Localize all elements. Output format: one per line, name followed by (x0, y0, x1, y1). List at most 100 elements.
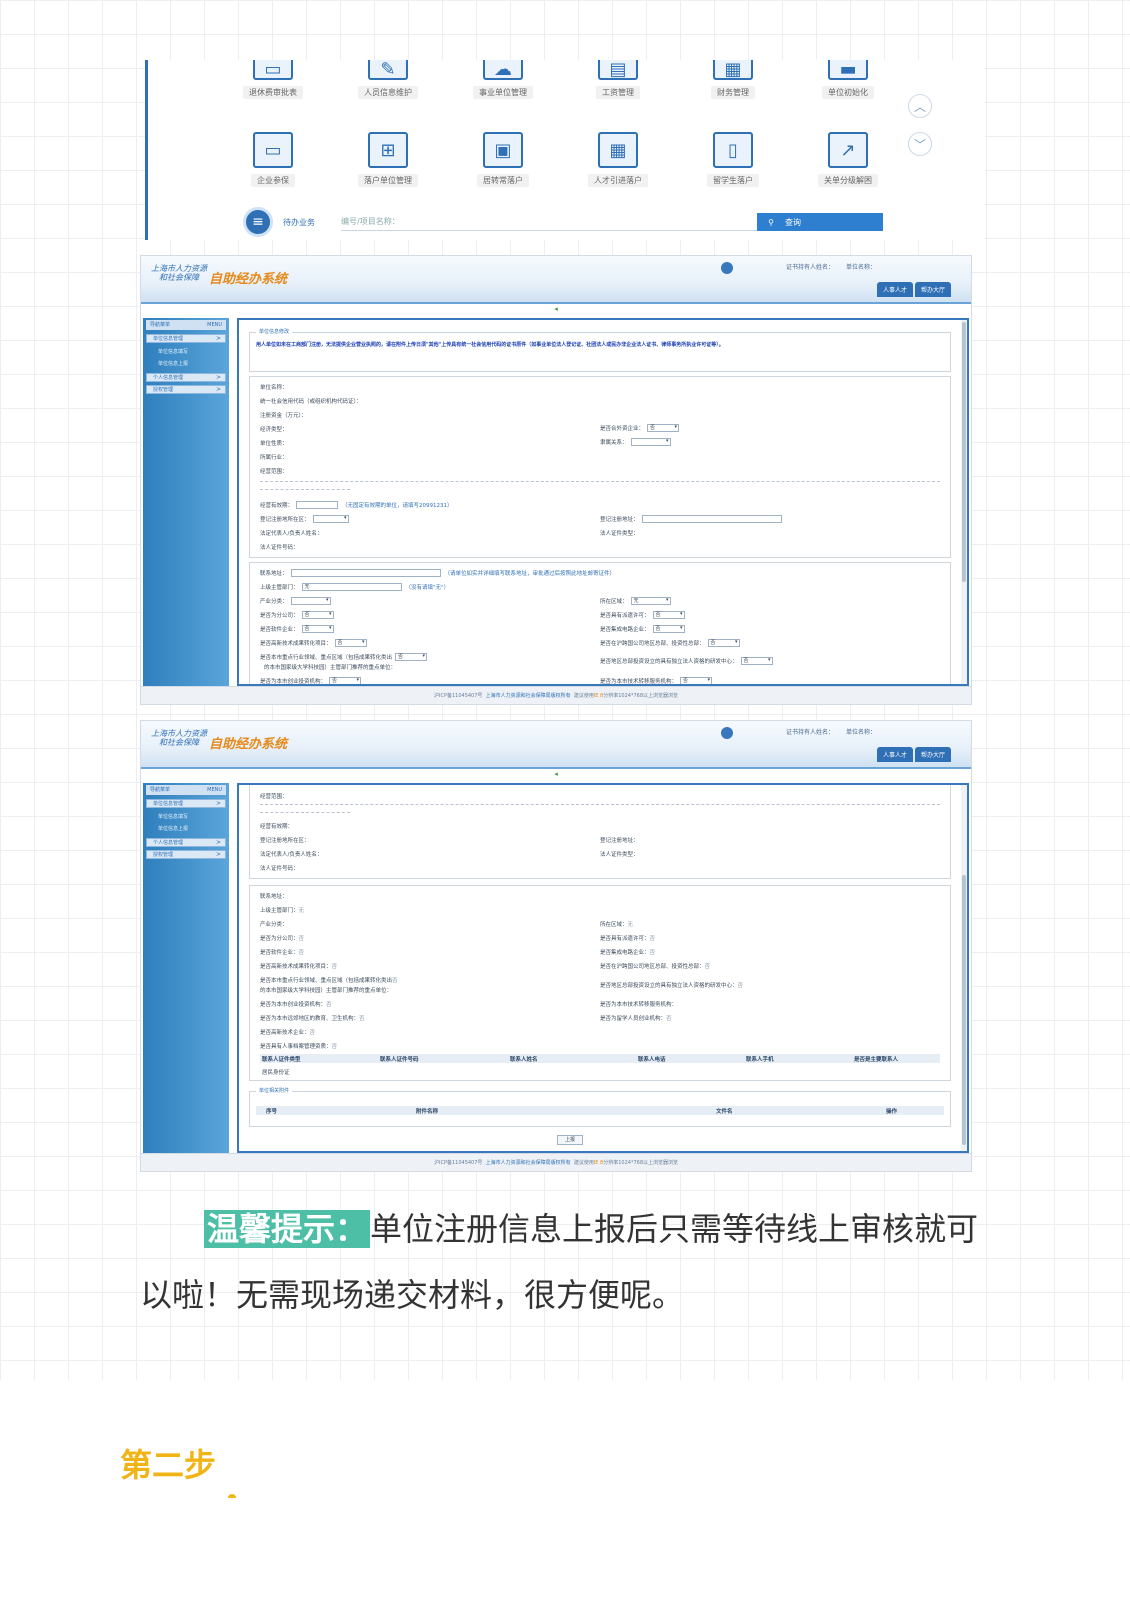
tab-help-hall[interactable]: 帮办大厅 (914, 282, 951, 297)
hightech-select[interactable]: 否 (334, 639, 367, 647)
service-icon-5[interactable]: ▦ 财务管理 (688, 59, 778, 99)
hq-select[interactable]: 否 (707, 639, 740, 647)
search-button[interactable]: ⚲ 查询 (757, 213, 883, 231)
foreign-select[interactable]: 否 (647, 424, 680, 432)
sidebar-item-personal-info[interactable]: 个人信息管理 (146, 373, 226, 382)
service-icon-6[interactable]: ▬ 单位初始化 (803, 59, 893, 99)
label: 上级主管部门： (260, 585, 299, 591)
scrollbar-thumb[interactable] (962, 322, 966, 582)
service-icon-4[interactable]: ▤ 工资管理 (573, 59, 663, 99)
upload-button[interactable]: 上报 (557, 1135, 583, 1145)
label: 联系地址： (260, 894, 288, 900)
dept-input[interactable]: 无 (301, 583, 402, 591)
icon-label: 单位初始化 (822, 86, 874, 99)
section-title: 单位相关附件 (256, 1087, 293, 1094)
icon-label: 事业单位管理 (473, 86, 533, 99)
sidebar-menu-text: MENU (207, 322, 222, 328)
contact-input[interactable] (290, 569, 441, 577)
footer-org[interactable]: 上海市人力资源和社会保障局版权所有 (486, 693, 571, 699)
rd-select[interactable]: 否 (740, 657, 773, 665)
service-icon-1[interactable]: ▭ 退休费审批表 (228, 59, 318, 99)
search-label: 查询 (785, 217, 801, 227)
tech-service-select[interactable]: 否 (680, 677, 713, 684)
service-icon-8[interactable]: ⊞ 落户单位管理 (343, 132, 433, 187)
collapse-arrow-icon[interactable]: ◂ (141, 304, 971, 314)
system-screenshot-report: 上海市人力资源 和社会保障 自助经办系统 证书持有人姓名： 单位名称： 人事人才… (140, 720, 972, 1172)
label: 隶属关系： (600, 440, 628, 446)
service-icon-3[interactable]: ☁ 事业单位管理 (458, 59, 548, 99)
key-unit-select[interactable]: 否 (395, 653, 428, 661)
todo-search-input[interactable]: 编号/项目名称： (341, 213, 757, 231)
field-legal-name: 法定代表人/负责人姓名： (260, 850, 322, 858)
scrollbar[interactable] (961, 785, 967, 1151)
service-icon-9[interactable]: ▣ 居转常落户 (458, 132, 548, 187)
field-affiliation: 隶属关系： (600, 438, 671, 446)
license-select[interactable]: 否 (652, 611, 685, 619)
sidebar-sub-report[interactable]: 单位信息上报 (146, 358, 226, 370)
page: ▭ 退休费审批表 ✎ 人员信息维护 ☁ 事业单位管理 ▤ 工资管理 ▦ 财务管理 ▬ 单位初… (0, 0, 1130, 1600)
software-select[interactable]: 否 (301, 625, 334, 633)
chevron-down-icon[interactable]: ﹀ (908, 132, 932, 156)
field-hightech-ent: 是否高新技术企业：否 (260, 1028, 315, 1036)
service-icon-12[interactable]: ↗ 关单分级解困 (803, 132, 893, 187)
value: 否 (331, 964, 338, 970)
venture-select[interactable]: 否 (329, 677, 362, 684)
tab-talent[interactable]: 人事人才 (876, 747, 913, 762)
industry-cat-select[interactable] (290, 597, 331, 605)
chat-icon: ☁ (483, 59, 523, 80)
term-input[interactable] (296, 501, 339, 509)
service-icon-11[interactable]: ▯ 留学生落户 (688, 132, 778, 187)
label: 是否本市重点行业领域、重点区域（包括成果转化类出 (260, 978, 393, 984)
sidebar-sub-report[interactable]: 单位信息上报 (146, 823, 226, 835)
branch-select[interactable]: 否 (301, 611, 334, 619)
sidebar-item-unit-info[interactable]: 单位信息管理 (146, 799, 226, 808)
service-icon-10[interactable]: ▦ 人才引进落户 (573, 132, 663, 187)
field-overseas: 是否为留学人员创业机构：否 (600, 1014, 672, 1022)
sidebar-item-personal-info[interactable]: 个人信息管理 (146, 838, 226, 847)
sidebar-item-unit-info[interactable]: 单位信息管理 (146, 334, 226, 343)
field-hightech: 是否高新技术成果转化项目：否 (260, 639, 367, 647)
basic-info-section: 经营范围： 经营有效期： 登记注册地所在区： 登记注册地址： 法定代表人/负责人… (249, 785, 951, 879)
field-ic: 是否集成电路企业：否 (600, 948, 655, 956)
district-select[interactable] (312, 515, 349, 523)
sidebar-item-authorization[interactable]: 授权管理 (146, 850, 226, 859)
org-chart-icon: ⊞ (368, 132, 408, 168)
icon-label: 人员信息维护 (358, 86, 418, 99)
icon-label: 留学生落户 (707, 174, 759, 187)
label: 是否高新技术成果转化项目： (260, 641, 332, 647)
field-software: 是否软件企业：否 (260, 948, 304, 956)
scrollbar[interactable] (961, 320, 967, 684)
field-dept: 上级主管部门：无 (260, 906, 304, 914)
field-credit-code: 统一社会信用代码（或组织机构代码证）： (260, 397, 362, 405)
field-legal-no: 法人证件号码： (260, 543, 299, 551)
field-license: 是否具有派遣许可：否 (600, 611, 685, 619)
service-icon-2[interactable]: ✎ 人员信息维护 (343, 59, 433, 99)
icon-label: 工资管理 (596, 86, 640, 99)
label: 经营有效期： (260, 824, 294, 830)
scrollbar-thumb[interactable] (962, 875, 966, 1145)
value: 否 (392, 978, 398, 984)
label: 是否地区总部投资设立的具有独立法人资格的研发中心： (600, 983, 738, 989)
footer-org[interactable]: 上海市人力资源和社会保障局版权所有 (486, 1160, 571, 1166)
field-legal-no: 法人证件号码： (260, 864, 299, 872)
field-venture: 是否为本市创业投资机构：否 (260, 677, 362, 684)
label: 是否在沪跨国公司地区总部、投资性总部： (600, 641, 705, 647)
chevron-up-icon[interactable]: ︿ (908, 94, 932, 118)
logo-line-2: 和社会保障 (159, 738, 199, 747)
sidebar-item-authorization[interactable]: 授权管理 (146, 385, 226, 394)
area-select[interactable]: 无 (630, 597, 671, 605)
tab-help-hall[interactable]: 帮办大厅 (914, 747, 951, 762)
area-value: 无 (627, 922, 634, 928)
affiliation-select[interactable] (630, 438, 671, 446)
header-unit-name: 单位名称： (846, 264, 877, 271)
collapse-arrow-icon[interactable]: ◂ (141, 769, 971, 779)
sidebar-sub-fill[interactable]: 单位信息填写 (146, 346, 226, 358)
field-capital: 注册资金（万元）： (260, 411, 307, 419)
sidebar-sub-fill[interactable]: 单位信息填写 (146, 811, 226, 823)
tab-talent[interactable]: 人事人才 (876, 282, 913, 297)
column-header: 联系人证件类型 (262, 1056, 301, 1063)
address-input[interactable] (641, 515, 782, 523)
label: 法人证件号码： (260, 866, 299, 872)
service-icon-7[interactable]: ▭ 企业参保 (228, 132, 318, 187)
ic-select[interactable]: 否 (652, 625, 685, 633)
